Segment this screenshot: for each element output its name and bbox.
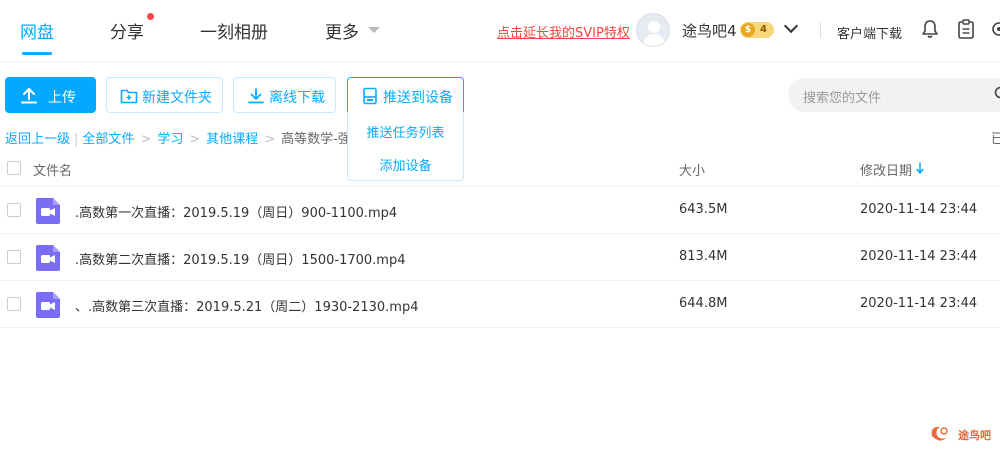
breadcrumb: 返回上一级 | 全部文件 > 学习 > 其他课程 > 高等数学-强化退	[5, 128, 377, 147]
file-date: 2020-11-14 23:44	[860, 202, 978, 217]
file-name[interactable]: 、.高数第三次直播：2019.5.21（周二）1930-2130.mp4	[75, 296, 418, 315]
breadcrumb-separator: >	[189, 132, 201, 147]
share-notification-dot	[147, 13, 154, 20]
table-row[interactable]: 、.高数第三次直播：2019.5.21（周二）1930-2130.mp4 644…	[0, 281, 1000, 328]
clipboard-icon[interactable]	[957, 19, 975, 39]
bell-icon[interactable]	[921, 19, 939, 39]
loaded-count-text: 已	[991, 132, 1000, 147]
sort-down-arrow-icon[interactable]	[916, 162, 924, 174]
file-size: 643.5M	[679, 202, 728, 217]
select-all-checkbox[interactable]	[7, 161, 21, 175]
offline-download-label: 离线下载	[269, 90, 325, 106]
file-size: 813.4M	[679, 249, 728, 264]
username[interactable]: 途鸟吧4	[682, 20, 737, 41]
dropdown-item-add-device[interactable]: 添加设备	[348, 155, 463, 174]
row-checkbox[interactable]	[7, 297, 21, 311]
breadcrumb-divider: |	[74, 132, 79, 147]
file-size: 644.8M	[679, 296, 728, 311]
push-to-device-button[interactable]: 推送到设备	[347, 77, 464, 113]
more-caret-icon[interactable]	[368, 27, 380, 33]
search-icon[interactable]	[994, 86, 1000, 102]
file-table-header: 文件名 大小 修改日期	[0, 150, 1000, 187]
vip-coin-icon: $	[741, 23, 755, 37]
user-menu-chevron-icon[interactable]	[783, 18, 799, 34]
column-header-date[interactable]: 修改日期	[860, 160, 912, 179]
video-file-icon	[36, 245, 60, 271]
nav-divider	[820, 22, 821, 38]
push-to-device-label: 推送到设备	[383, 90, 453, 106]
video-file-icon	[36, 292, 60, 318]
vip-level-badge: $ 4	[740, 22, 774, 38]
active-tab-underline	[22, 52, 52, 55]
column-header-size[interactable]: 大小	[679, 160, 705, 179]
column-header-name[interactable]: 文件名	[33, 160, 72, 179]
file-name[interactable]: .高数第一次直播：2019.5.19（周日）900-1100.mp4	[75, 202, 397, 221]
upload-icon	[21, 88, 37, 104]
row-checkbox[interactable]	[7, 203, 21, 217]
vip-level: 4	[760, 24, 767, 35]
search-placeholder: 搜索您的文件	[803, 91, 882, 106]
upload-label: 上传	[48, 90, 76, 106]
new-folder-button[interactable]: 新建文件夹	[106, 77, 223, 113]
file-date: 2020-11-14 23:44	[860, 296, 978, 311]
dropdown-item-push-task-list[interactable]: 推送任务列表	[348, 122, 463, 141]
file-date: 2020-11-14 23:44	[860, 249, 978, 264]
row-checkbox[interactable]	[7, 250, 21, 264]
tab-share[interactable]: 分享	[110, 18, 144, 43]
search-input[interactable]: 搜索您的文件	[788, 78, 1000, 112]
breadcrumb-other-courses[interactable]: 其他课程	[206, 128, 258, 147]
tab-album[interactable]: 一刻相册	[200, 18, 268, 43]
device-icon	[363, 87, 377, 105]
offline-download-button[interactable]: 离线下载	[233, 77, 336, 113]
file-name[interactable]: .高数第二次直播：2019.5.19（周日）1500-1700.mp4	[75, 249, 405, 268]
breadcrumb-back-link[interactable]: 返回上一级	[5, 128, 70, 147]
svip-renew-link[interactable]: 点击延长我的SVIP特权	[497, 22, 630, 41]
avatar[interactable]	[636, 13, 670, 47]
tab-netdisk[interactable]: 网盘	[20, 18, 54, 43]
table-row[interactable]: .高数第一次直播：2019.5.19（周日）900-1100.mp4 643.5…	[0, 187, 1000, 234]
new-folder-label: 新建文件夹	[142, 90, 212, 106]
table-row[interactable]: .高数第二次直播：2019.5.19（周日）1500-1700.mp4 813.…	[0, 234, 1000, 281]
settings-icon[interactable]	[990, 20, 1000, 38]
breadcrumb-study[interactable]: 学习	[157, 128, 183, 147]
push-device-dropdown: 推送任务列表 添加设备	[347, 112, 464, 181]
breadcrumb-separator: >	[264, 132, 276, 147]
video-file-icon	[36, 198, 60, 224]
watermark-text: 途鸟吧	[958, 429, 991, 442]
upload-button[interactable]: 上传	[5, 77, 96, 113]
breadcrumb-all-files[interactable]: 全部文件	[82, 128, 134, 147]
client-download-link[interactable]: 客户端下载	[837, 23, 902, 42]
breadcrumb-separator: >	[140, 132, 152, 147]
tab-more[interactable]: 更多	[325, 18, 359, 43]
top-nav: 网盘 分享 一刻相册 更多 点击延长我的SVIP特权 途鸟吧4 $ 4 客户端下…	[0, 0, 1000, 62]
download-icon	[248, 88, 264, 104]
folder-plus-icon	[120, 89, 138, 104]
